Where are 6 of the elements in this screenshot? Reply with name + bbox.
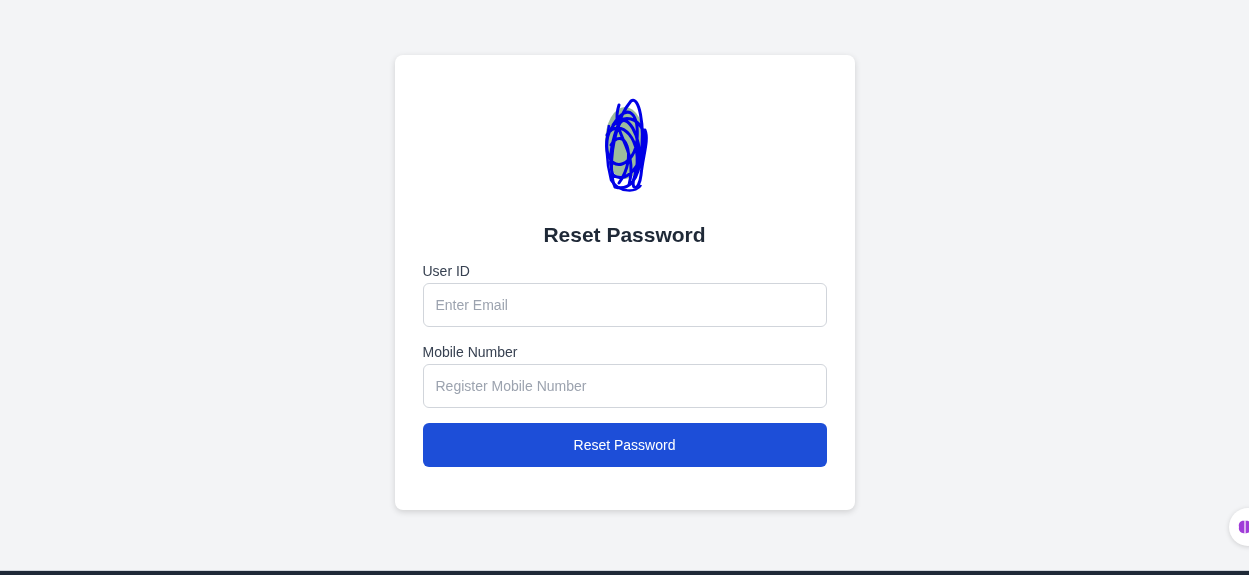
input-field[interactable]: Register Mobile Number [422, 364, 827, 408]
card-title: Reset Password [542, 223, 707, 247]
input-field[interactable]: Enter Email [422, 283, 827, 327]
reset-password-button[interactable]: Reset Password [422, 423, 827, 467]
field-label: Mobile Number [422, 344, 519, 360]
field-label: User ID [422, 263, 471, 279]
